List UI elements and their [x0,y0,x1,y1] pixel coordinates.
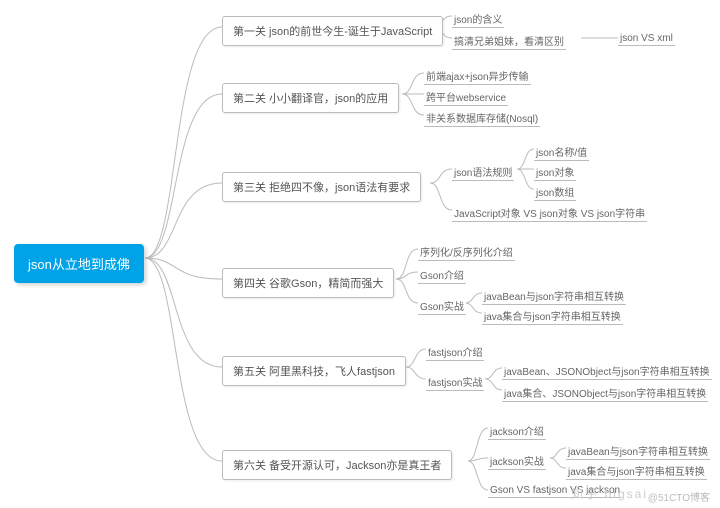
l2-leaf-2: 跨平台webservice [424,88,508,106]
branch-4[interactable]: 第四关 谷歌Gson，精简而强大 [222,268,394,298]
l3-leaf-1c: json数组 [534,183,576,201]
l5-leaf-1: fastjson介绍 [426,343,484,361]
l2-leaf-1: 前端ajax+json异步传输 [424,67,531,85]
l5-leaf-2: fastjson实战 [426,373,484,391]
watermark-51cto: @51CTO博客 [648,489,710,504]
l1-leaf-2b: json VS xml [618,32,675,46]
l3-leaf-2: JavaScript对象 VS json对象 VS json字符串 [452,204,647,222]
branch-5[interactable]: 第五关 阿里黑科技，飞人fastjson [222,356,406,386]
l2-leaf-3: 非关系数据库存储(Nosql) [424,109,540,127]
l6-leaf-1: jackson介绍 [488,422,546,440]
l5-leaf-2b: java集合、JSONObject与json字符串相互转换 [502,384,708,402]
branch-3[interactable]: 第三关 拒绝四不像，json语法有要求 [222,172,421,202]
l6-leaf-2b: java集合与json字符串相互转换 [566,462,707,480]
l6-leaf-2a: javaBean与json字符串相互转换 [566,442,710,460]
l3-leaf-1: json语法规则 [452,163,514,181]
l3-leaf-1b: json对象 [534,163,576,181]
branch-6[interactable]: 第六关 备受开源认可，Jackson亦是真王者 [222,450,452,480]
branch-2[interactable]: 第二关 小小翻译官，json的应用 [222,83,399,113]
l3-leaf-1a: json名称/值 [534,143,589,161]
l6-leaf-2: jackson实战 [488,452,546,470]
l4-leaf-3: Gson实战 [418,297,466,315]
root-node[interactable]: json从立地到成佛 [14,244,144,283]
l4-leaf-2: Gson介绍 [418,266,466,284]
l4-leaf-1: 序列化/反序列化介绍 [418,243,515,261]
l5-leaf-2a: javaBean、JSONObject与json字符串相互转换 [502,362,712,380]
l1-leaf-1: json的含义 [452,10,504,28]
l4-leaf-3b: java集合与json字符串相互转换 [482,307,623,325]
l1-leaf-2: 搞清兄弟姐妹，看清区别 [452,32,566,50]
l4-leaf-3a: javaBean与json字符串相互转换 [482,287,626,305]
watermark-zhihu: 知乎 bigsai [571,485,648,502]
branch-1[interactable]: 第一关 json的前世今生-诞生于JavaScript [222,16,443,46]
